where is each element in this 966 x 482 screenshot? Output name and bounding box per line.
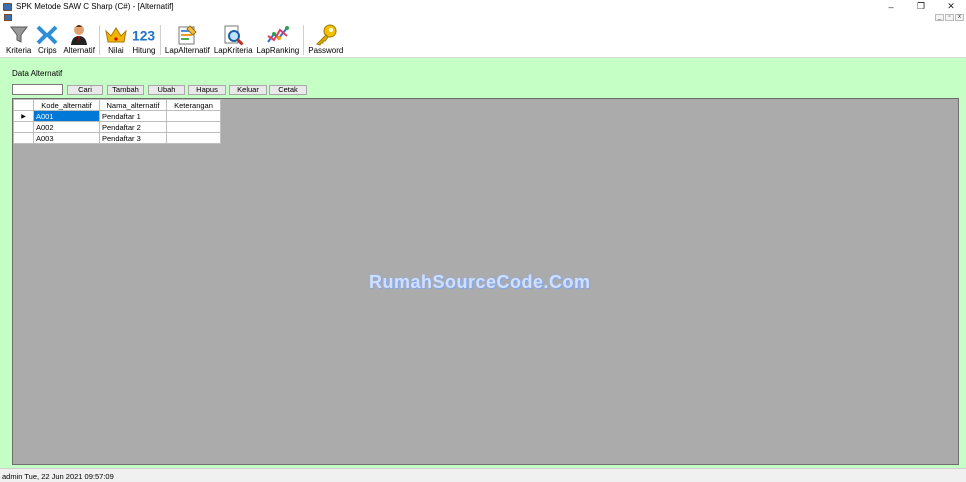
toolbar-kriteria[interactable]: Kriteria — [4, 22, 33, 56]
magnifier-icon — [221, 24, 245, 46]
alternatif-form: Data Alternatif Cari Tambah Ubah Hapus K… — [0, 58, 966, 468]
report-icon — [175, 24, 199, 46]
app-icon — [3, 2, 12, 11]
data-grid-panel[interactable]: Kode_alternatif Nama_alternatif Keterang… — [12, 98, 959, 465]
toolbar-separator — [303, 25, 305, 55]
toolbar-separator — [159, 25, 161, 55]
cell-kode[interactable]: A002 — [33, 121, 100, 133]
cell-nama[interactable]: Pendaftar 2 — [99, 121, 167, 133]
grid-header-row: Kode_alternatif Nama_alternatif Keterang… — [13, 99, 221, 111]
table-row[interactable]: ▶ A001 Pendaftar 1 — [13, 110, 221, 122]
status-bar: admin Tue, 22 Jun 2021 09:57:09 — [0, 468, 966, 482]
toolbar-label: Crips — [38, 46, 57, 55]
column-header-kode[interactable]: Kode_alternatif — [33, 99, 100, 111]
current-row-indicator[interactable]: ▶ — [13, 110, 34, 122]
child-minimize-button[interactable]: _ — [935, 14, 944, 21]
cetak-button[interactable]: Cetak — [269, 85, 307, 95]
child-restore-button[interactable]: ▫ — [945, 14, 954, 21]
watermark-text: RumahSourceCode.Com — [369, 272, 591, 292]
cell-nama[interactable]: Pendaftar 3 — [99, 132, 167, 144]
toolbar-label: Password — [308, 46, 344, 55]
toolbar-alternatif[interactable]: Alternatif — [61, 22, 97, 56]
section-title: Data Alternatif — [12, 69, 63, 78]
cell-keterangan[interactable] — [166, 121, 221, 133]
grid-corner-header[interactable] — [13, 99, 34, 111]
cari-button[interactable]: Cari — [67, 85, 103, 95]
cell-nama[interactable]: Pendaftar 1 — [99, 110, 167, 122]
window-title: SPK Metode SAW C Sharp (C#) - [Alternati… — [16, 2, 174, 11]
crown-icon — [104, 24, 128, 46]
funnel-icon — [7, 24, 31, 46]
chart-icon — [266, 24, 290, 46]
toolbar-label: Alternatif — [63, 46, 95, 55]
column-header-keterangan[interactable]: Keterangan — [166, 99, 221, 111]
title-bar: SPK Metode SAW C Sharp (C#) - [Alternati… — [0, 0, 966, 13]
toolbar-nilai[interactable]: Nilai — [102, 22, 130, 56]
main-toolbar: Kriteria Crips Alternatif Nilai 123 Hitu… — [0, 22, 966, 58]
toolbar-lapkriteria[interactable]: LapKriteria — [212, 22, 255, 56]
cell-kode[interactable]: A001 — [33, 110, 100, 122]
toolbar-hitung[interactable]: 123 Hitung — [130, 22, 158, 56]
cell-kode[interactable]: A003 — [33, 132, 100, 144]
toolbar-separator — [98, 25, 100, 55]
person-icon — [67, 24, 91, 46]
close-button[interactable]: ✕ — [936, 0, 966, 13]
toolbar-label: LapAlternatif — [164, 46, 210, 55]
child-window-controls: _ ▫ x — [935, 14, 964, 21]
row-header[interactable] — [13, 121, 34, 133]
toolbar-label: Nilai — [108, 46, 124, 55]
search-input[interactable] — [12, 84, 63, 95]
hapus-button[interactable]: Hapus — [188, 85, 226, 95]
table-row[interactable]: A003 Pendaftar 3 — [13, 132, 221, 144]
ubah-button[interactable]: Ubah — [148, 85, 185, 95]
table-row[interactable]: A002 Pendaftar 2 — [13, 121, 221, 133]
mdi-menu-strip: _ ▫ x — [0, 13, 966, 22]
cell-keterangan[interactable] — [166, 110, 221, 122]
toolbar-password[interactable]: Password — [306, 22, 345, 56]
toolbar-lapranking[interactable]: LapRanking — [255, 22, 302, 56]
crips-icon — [35, 24, 59, 46]
toolbar-lapalternatif[interactable]: LapAlternatif — [163, 22, 212, 56]
row-header[interactable] — [13, 132, 34, 144]
keluar-button[interactable]: Keluar — [229, 85, 267, 95]
key-icon — [314, 24, 338, 46]
restore-button[interactable]: ❐ — [906, 0, 936, 13]
cell-keterangan[interactable] — [166, 132, 221, 144]
column-header-nama[interactable]: Nama_alternatif — [99, 99, 167, 111]
child-window-icon[interactable] — [4, 14, 12, 21]
alternatif-grid[interactable]: Kode_alternatif Nama_alternatif Keterang… — [13, 99, 221, 144]
status-text: admin Tue, 22 Jun 2021 09:57:09 — [2, 472, 114, 481]
toolbar-label: LapKriteria — [213, 46, 253, 55]
numbers-glyph: 123 — [132, 28, 155, 44]
child-close-button[interactable]: x — [955, 14, 964, 21]
toolbar-crips[interactable]: Crips — [33, 22, 61, 56]
numbers-icon: 123 — [132, 24, 156, 46]
toolbar-label: Kriteria — [6, 46, 32, 55]
toolbar-label: LapRanking — [256, 46, 300, 55]
minimize-button[interactable]: – — [876, 0, 906, 13]
toolbar-label: Hitung — [132, 46, 156, 55]
window-controls: – ❐ ✕ — [876, 0, 966, 13]
tambah-button[interactable]: Tambah — [107, 85, 144, 95]
